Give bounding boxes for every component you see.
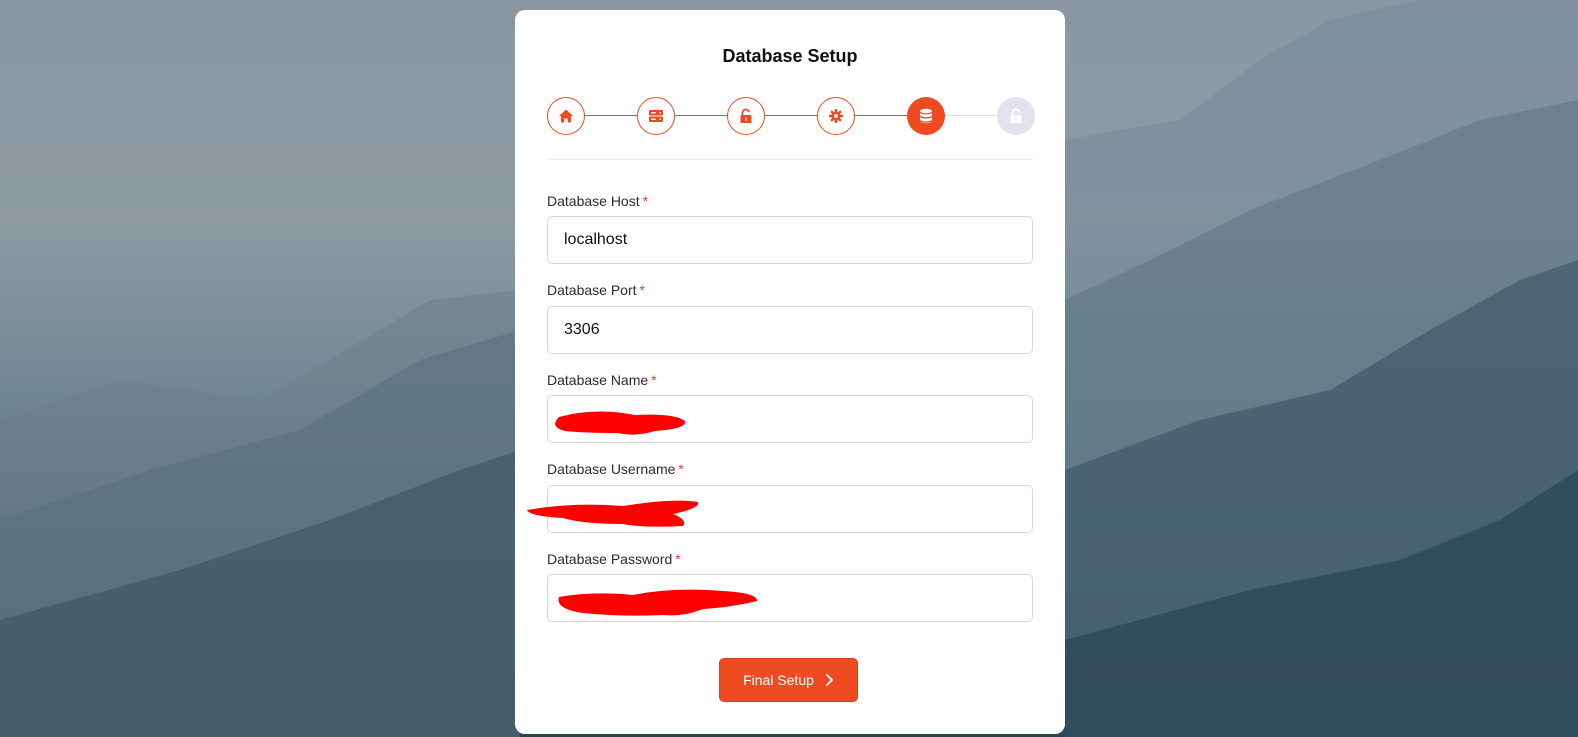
- required-marker: *: [642, 193, 649, 209]
- gear-icon: [829, 109, 843, 123]
- database-password-label-text: Database Password: [547, 551, 673, 567]
- step-final[interactable]: [997, 97, 1035, 135]
- step-home[interactable]: [547, 97, 585, 135]
- stepper-connector: [585, 115, 637, 116]
- stepper-connector: [675, 115, 727, 116]
- chevron-right-icon: [826, 674, 833, 686]
- database-icon: [920, 108, 932, 124]
- database-host-label: Database Host *: [547, 193, 648, 209]
- step-database[interactable]: [907, 97, 945, 135]
- final-setup-label: Final Setup: [743, 672, 814, 688]
- required-marker: *: [639, 282, 645, 298]
- unlock-icon: [1010, 108, 1022, 123]
- stepper-connector: [855, 115, 907, 116]
- step-settings[interactable]: [817, 97, 855, 135]
- final-setup-button[interactable]: Final Setup: [719, 658, 858, 702]
- database-username-label-text: Database Username: [547, 461, 676, 477]
- database-password-label: Database Password *: [547, 551, 681, 567]
- step-unlock[interactable]: [727, 97, 765, 135]
- database-host-label-text: Database Host: [547, 193, 640, 209]
- page-title: Database Setup: [722, 46, 858, 66]
- database-username-input[interactable]: [547, 485, 1033, 533]
- setup-card: Database Setup Database Host * localhost…: [515, 10, 1065, 734]
- database-password-input[interactable]: [547, 574, 1033, 622]
- stepper-connector: [765, 115, 817, 116]
- database-username-label: Database Username *: [547, 461, 684, 477]
- database-name-label-text: Database Name: [547, 372, 649, 388]
- database-port-label-text: Database Port: [547, 282, 637, 298]
- required-marker: *: [675, 551, 681, 567]
- database-name-label: Database Name *: [547, 372, 657, 388]
- step-server[interactable]: [637, 97, 675, 135]
- stepper-connector: [945, 115, 997, 116]
- database-host-input[interactable]: [547, 216, 1033, 264]
- setup-stepper: [547, 97, 1035, 135]
- home-icon: [559, 109, 573, 123]
- unlock-icon: [740, 108, 752, 123]
- server-icon: [649, 110, 663, 122]
- database-port-label: Database Port *: [547, 282, 645, 298]
- required-marker: *: [651, 372, 657, 388]
- required-marker: *: [678, 461, 684, 477]
- database-port-input[interactable]: [547, 306, 1033, 354]
- database-name-input[interactable]: [547, 395, 1033, 443]
- stepper-divider: [547, 159, 1033, 160]
